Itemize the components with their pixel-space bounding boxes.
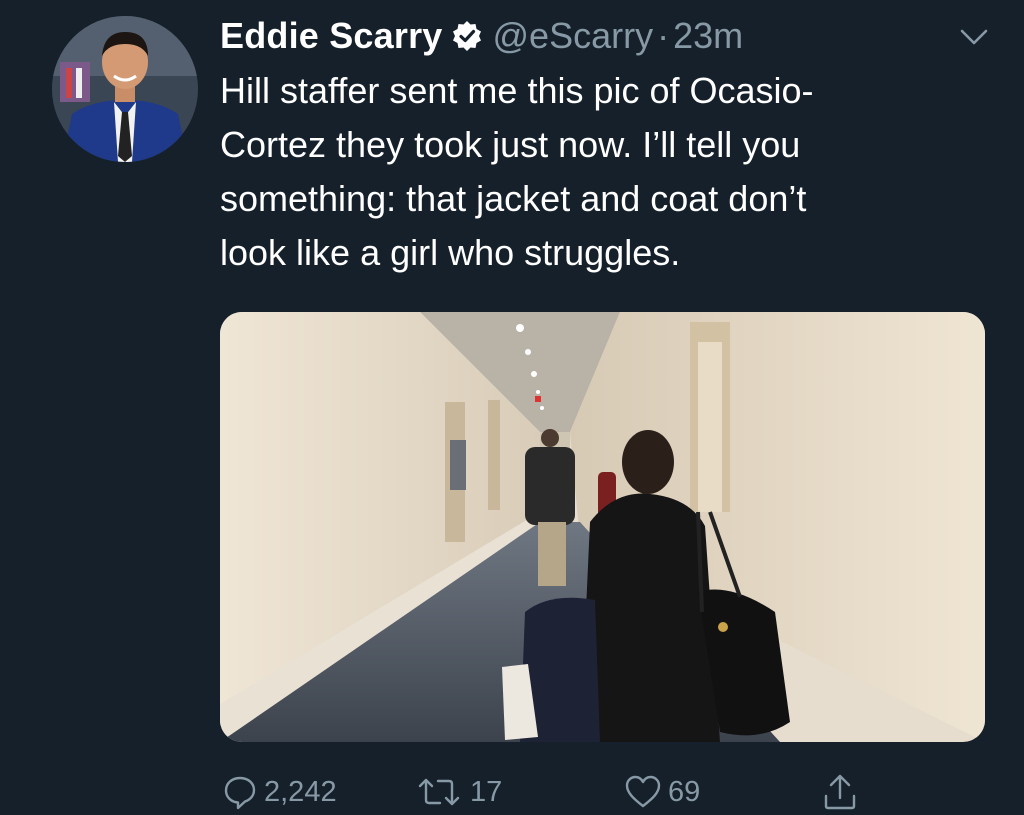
user-handle[interactable]: @eScarry — [493, 15, 654, 57]
avatar-photo — [52, 16, 198, 162]
reply-button[interactable]: 2,242 — [222, 770, 337, 814]
avatar[interactable] — [52, 16, 198, 162]
like-button[interactable]: 69 — [624, 770, 700, 814]
chevron-down-icon[interactable] — [956, 24, 992, 50]
tweet-header: Eddie Scarry @eScarry · 23m — [220, 14, 743, 58]
tweet-text: Hill staffer sent me this pic of Ocasio-… — [220, 70, 814, 273]
tweet-photo[interactable] — [220, 312, 985, 742]
header-separator: · — [657, 15, 670, 56]
retweet-arrows-icon — [414, 774, 464, 810]
like-count: 69 — [668, 775, 701, 808]
share-button[interactable] — [820, 770, 860, 814]
tweet-card[interactable]: Eddie Scarry @eScarry · 23m Hill staffer… — [0, 0, 1024, 815]
retweet-button[interactable]: 17 — [414, 770, 502, 814]
timestamp[interactable]: 23m — [673, 15, 743, 57]
verified-badge-icon — [451, 20, 483, 52]
retweet-count: 17 — [470, 775, 503, 808]
heart-icon — [624, 774, 662, 810]
share-up-arrow-icon — [820, 772, 860, 812]
reply-bubble-icon — [222, 774, 258, 810]
display-name[interactable]: Eddie Scarry — [220, 15, 443, 57]
tweet-actions: 2,242 17 69 — [0, 770, 1024, 814]
reply-count: 2,242 — [264, 775, 337, 808]
